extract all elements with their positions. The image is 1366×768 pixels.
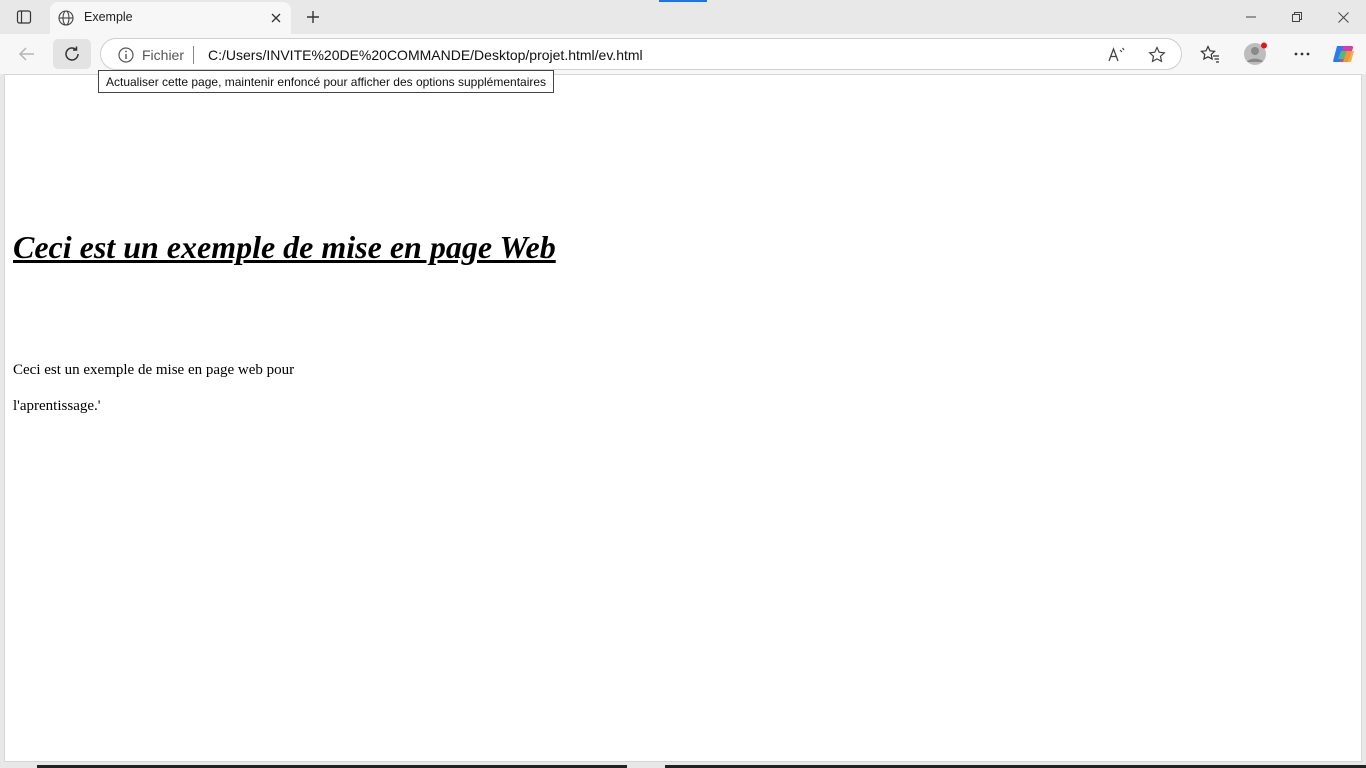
more-button[interactable]	[1286, 40, 1318, 68]
read-aloud-button[interactable]	[1107, 45, 1127, 65]
avatar-icon	[1244, 42, 1267, 65]
restore-icon	[1292, 12, 1302, 22]
bottom-edge	[0, 762, 1366, 768]
favorites-button[interactable]	[1194, 40, 1226, 68]
tab-close-button[interactable]	[267, 9, 285, 27]
close-icon	[1337, 11, 1349, 23]
refresh-tooltip: Actualiser cette page, maintenir enfoncé…	[98, 70, 555, 93]
tab-exemple[interactable]: Exemple	[50, 2, 291, 34]
profile-button[interactable]	[1240, 40, 1272, 68]
globe-icon	[58, 10, 74, 26]
window-accent	[659, 0, 707, 2]
restore-button[interactable]	[1274, 0, 1320, 34]
favorites-icon	[1200, 45, 1219, 63]
page-viewport: Ceci est un exemple de mise en page Web …	[4, 74, 1362, 762]
refresh-icon	[65, 46, 79, 61]
info-icon[interactable]	[117, 46, 135, 64]
tab-actions-icon	[16, 10, 32, 24]
paragraph-line-2: l'aprentissage.'	[13, 398, 101, 414]
arrow-left-icon	[18, 47, 34, 61]
toolbar: Fichier C:/Users/INVITE%20DE%20COMMANDE/…	[0, 34, 1366, 74]
url-text[interactable]: C:/Users/INVITE%20DE%20COMMANDE/Desktop/…	[208, 47, 643, 63]
page-heading: Ceci est un exemple de mise en page Web	[13, 229, 556, 265]
copilot-button[interactable]	[1328, 40, 1360, 68]
address-separator	[193, 46, 194, 64]
close-icon	[271, 13, 281, 23]
more-icon	[1294, 52, 1310, 56]
minimize-button[interactable]	[1228, 0, 1274, 34]
tab-bar: Exemple	[0, 0, 1366, 34]
close-window-button[interactable]	[1320, 0, 1366, 34]
read-aloud-icon	[1108, 47, 1125, 62]
paragraph-line-1: Ceci est un exemple de mise en page web …	[13, 362, 295, 378]
tab-title: Exemple	[84, 10, 133, 24]
tab-actions-button[interactable]	[10, 6, 38, 28]
new-tab-button[interactable]	[300, 5, 326, 29]
back-button[interactable]	[8, 39, 46, 69]
minimize-icon	[1246, 16, 1256, 18]
star-icon	[1148, 46, 1166, 63]
copilot-icon	[1333, 46, 1354, 62]
address-bar[interactable]: Fichier C:/Users/INVITE%20DE%20COMMANDE/…	[100, 38, 1182, 70]
plus-icon	[307, 11, 319, 23]
favorite-button[interactable]	[1147, 45, 1167, 65]
scheme-label[interactable]: Fichier	[142, 47, 184, 63]
refresh-button[interactable]	[53, 39, 91, 69]
